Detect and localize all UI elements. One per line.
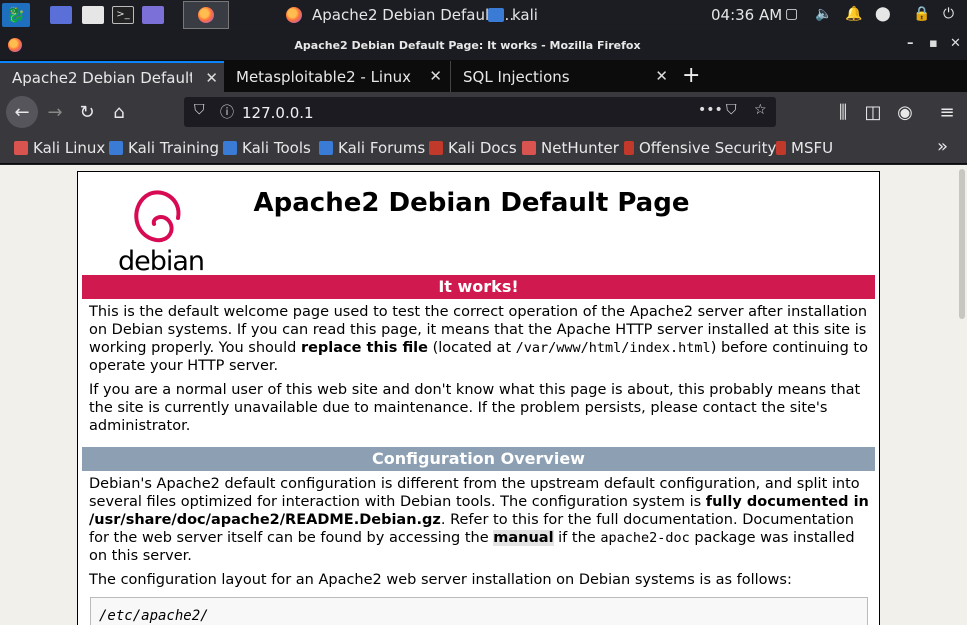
config-paragraph: Debian's Apache2 default configuration i… bbox=[89, 476, 869, 564]
config-overview-banner: Configuration Overview bbox=[82, 447, 875, 471]
page-main: debian Apache2 Debian Default Page It wo… bbox=[77, 171, 880, 625]
minimize-button[interactable]: – bbox=[907, 36, 914, 51]
firefox-icon bbox=[198, 7, 214, 23]
new-tab-button[interactable]: + bbox=[682, 63, 700, 88]
firefox-window-icon bbox=[286, 3, 302, 27]
layout-paragraph: The configuration layout for an Apache2 … bbox=[89, 572, 792, 588]
top-panel: 🐉 >_ Apache2 Debian Default ... kali 04:… bbox=[0, 0, 967, 30]
bookmarks-toolbar: Kali Linux Kali Training Kali Tools Kali… bbox=[0, 132, 967, 164]
account-icon[interactable]: ◉ bbox=[890, 98, 920, 126]
bookmark-label: Kali Training bbox=[128, 139, 220, 157]
window-title: Apache2 Debian Default Page: It works - … bbox=[294, 39, 641, 52]
offsec-icon bbox=[624, 141, 634, 155]
url-text[interactable]: 127.0.0.1 bbox=[242, 104, 314, 122]
screen-recorder-icon[interactable] bbox=[142, 3, 164, 27]
forward-button[interactable]: → bbox=[40, 98, 70, 126]
bookmark-kali-docs[interactable]: Kali Docs bbox=[429, 139, 517, 157]
file-manager-icon[interactable] bbox=[82, 3, 104, 27]
kali-dragon-icon bbox=[223, 141, 237, 155]
bookmark-label: MSFU bbox=[791, 139, 834, 157]
user-notice-paragraph: If you are a normal user of this web sit… bbox=[89, 382, 861, 434]
library-icon[interactable]: ⫼ bbox=[828, 98, 858, 126]
tab-close-icon[interactable]: ✕ bbox=[429, 67, 442, 85]
reload-button[interactable]: ↻ bbox=[72, 98, 102, 126]
bookmark-label: Kali Forums bbox=[338, 139, 426, 157]
maximize-button[interactable]: ▪ bbox=[929, 36, 938, 51]
lock-icon[interactable]: 🔒 bbox=[913, 6, 930, 22]
menu-icon[interactable]: ≡ bbox=[932, 98, 962, 126]
back-button[interactable]: ← bbox=[6, 96, 38, 128]
tab-close-icon[interactable]: ✕ bbox=[655, 67, 668, 85]
manual-link[interactable]: manual bbox=[493, 530, 554, 546]
tab-label: Metasploitable2 - Linux bbox=[236, 67, 411, 86]
bookmark-label: Kali Linux bbox=[33, 139, 106, 157]
bookmark-nethunter[interactable]: NetHunter bbox=[522, 139, 619, 157]
bookmark-label: Offensive Security bbox=[639, 139, 777, 157]
bookmark-label: Kali Tools bbox=[242, 139, 311, 157]
tab-close-icon[interactable]: ✕ bbox=[205, 69, 218, 87]
kali-menu-icon[interactable]: 🐉 bbox=[2, 3, 30, 27]
bookmark-label: NetHunter bbox=[541, 139, 619, 157]
intro-paragraph: This is the default welcome page used to… bbox=[89, 304, 868, 374]
notifications-icon[interactable]: 🔔 bbox=[845, 6, 862, 22]
bookmark-label: Kali Docs bbox=[448, 139, 517, 157]
terminal-window-icon bbox=[488, 3, 504, 27]
page-title: Apache2 Debian Default Page bbox=[253, 188, 690, 218]
tab-strip: Apache2 Debian Default Page ✕ Metasploit… bbox=[0, 60, 967, 92]
panel-window-title[interactable]: Apache2 Debian Default ... bbox=[312, 6, 514, 24]
kali-dragon-icon bbox=[109, 141, 123, 155]
bookmark-kali-tools[interactable]: Kali Tools bbox=[223, 139, 311, 157]
panel-terminal-label[interactable]: kali bbox=[512, 6, 538, 24]
site-info-icon[interactable]: ⓘ bbox=[220, 102, 234, 122]
url-bar[interactable]: ⛉ ⓘ 127.0.0.1 ••• ⛉ ☆ bbox=[184, 97, 776, 127]
bookmark-kali-forums[interactable]: Kali Forums bbox=[319, 139, 425, 157]
display-icon[interactable]: ▢ bbox=[785, 6, 798, 22]
bookmark-msfu[interactable]: MSFU bbox=[776, 139, 833, 157]
update-icon[interactable]: ⬤ bbox=[875, 6, 891, 22]
scrollbar[interactable] bbox=[959, 169, 965, 319]
nethunter-icon bbox=[522, 141, 536, 155]
bookmarks-overflow-icon[interactable]: » bbox=[937, 136, 948, 157]
bookmark-offensive-security[interactable]: Offensive Security bbox=[624, 139, 776, 157]
navigation-bar: ← → ↻ ⌂ ⛉ ⓘ 127.0.0.1 ••• ⛉ ☆ ⫼ ◫ ◉ ≡ bbox=[0, 92, 967, 132]
tab-label: Apache2 Debian Default Page bbox=[12, 68, 192, 87]
shield-icon[interactable]: ⛉ bbox=[194, 102, 205, 118]
debian-logo-text: debian bbox=[118, 246, 205, 277]
taskbar-firefox-button[interactable] bbox=[183, 1, 229, 29]
tab-metasploitable[interactable]: Metasploitable2 - Linux ✕ bbox=[224, 61, 448, 92]
clock[interactable]: 04:36 AM bbox=[711, 6, 782, 24]
page-viewport: debian Apache2 Debian Default Page It wo… bbox=[0, 165, 967, 625]
kali-icon bbox=[14, 141, 28, 155]
power-icon[interactable]: ⏻ bbox=[943, 6, 954, 22]
config-layout-pre: /etc/apache2/ bbox=[90, 597, 868, 625]
tab-apache2[interactable]: Apache2 Debian Default Page ✕ bbox=[0, 61, 224, 92]
window-titlebar: Apache2 Debian Default Page: It works - … bbox=[0, 30, 967, 60]
tab-label: SQL Injections bbox=[463, 67, 570, 86]
it-works-banner: It works! bbox=[82, 275, 875, 299]
terminal-icon[interactable]: >_ bbox=[112, 3, 134, 27]
tab-sql-injections[interactable]: SQL Injections ✕ bbox=[450, 61, 674, 92]
volume-icon[interactable]: 🔈 bbox=[815, 6, 832, 22]
offsec-icon bbox=[776, 141, 786, 155]
sidebar-icon[interactable]: ◫ bbox=[858, 98, 888, 126]
workspace-switcher-icon[interactable] bbox=[50, 3, 72, 27]
docs-icon bbox=[429, 141, 443, 155]
page-actions-icon[interactable]: ••• bbox=[698, 102, 723, 118]
kali-dragon-icon bbox=[319, 141, 333, 155]
close-window-button[interactable]: ✕ bbox=[950, 36, 961, 51]
bookmark-star-icon[interactable]: ☆ bbox=[754, 102, 767, 118]
bookmark-kali-training[interactable]: Kali Training bbox=[109, 139, 219, 157]
bookmark-kali-linux[interactable]: Kali Linux bbox=[14, 139, 105, 157]
pocket-icon[interactable]: ⛉ bbox=[726, 102, 737, 118]
home-button[interactable]: ⌂ bbox=[104, 98, 134, 126]
